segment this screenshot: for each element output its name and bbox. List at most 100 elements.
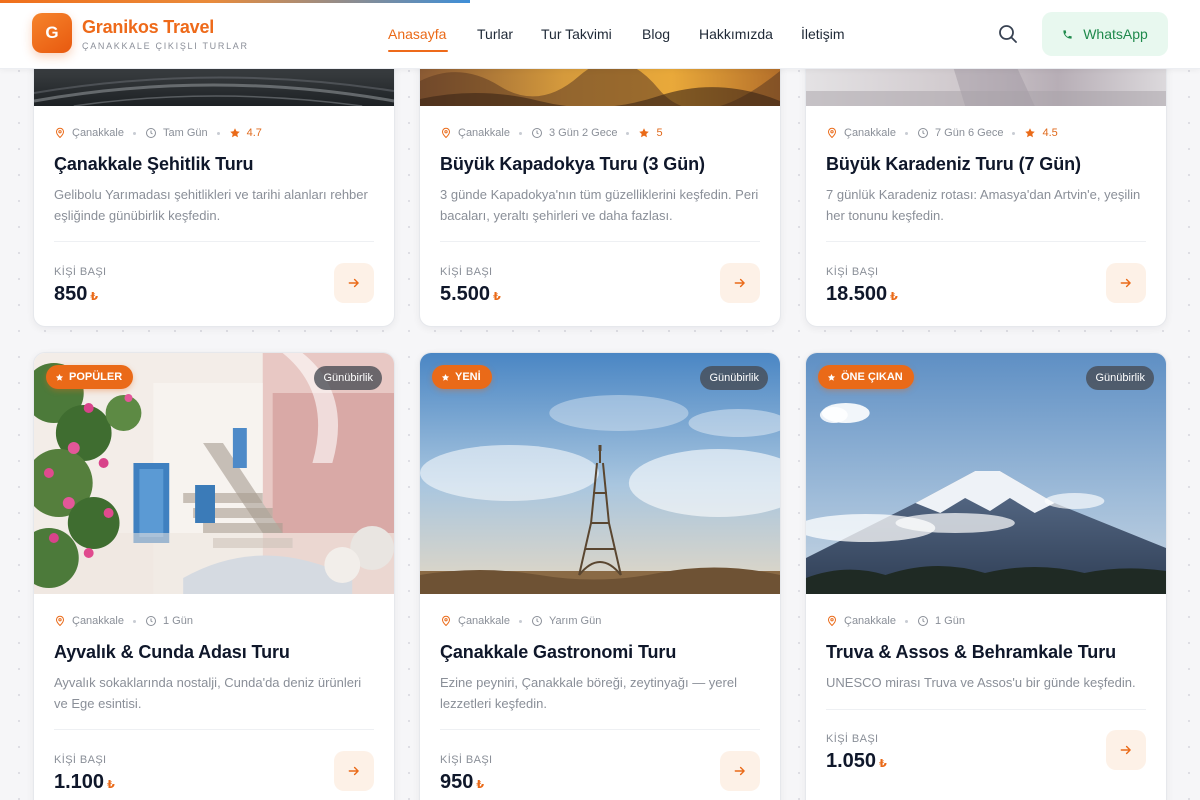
tour-price: 5.500 ₺	[440, 283, 501, 306]
tour-type-tag: Günübirlik	[1086, 366, 1154, 390]
tour-location: Çanakkale	[458, 615, 510, 627]
card-divider	[440, 729, 760, 730]
badge-label: ÖNE ÇIKAN	[841, 371, 903, 383]
logo-mark[interactable]: G	[32, 13, 72, 53]
price-value: 850	[54, 283, 88, 305]
badge-label: POPÜLER	[69, 371, 123, 383]
tour-price: 1.100 ₺	[54, 771, 115, 794]
price-label: KİŞİ BAŞI	[826, 733, 879, 745]
tour-price: 950 ₺	[440, 771, 484, 794]
tour-description: UNESCO mirası Truva ve Assos'u bir günde…	[826, 675, 1136, 690]
location-pin-icon	[827, 127, 837, 139]
price-label: KİŞİ BAŞI	[440, 266, 493, 278]
nav-tours[interactable]: Turlar	[477, 26, 513, 42]
tour-duration: 1 Gün	[162, 615, 193, 627]
tour-duration: 7 Gün 6 Gece	[934, 127, 1004, 139]
tour-description: Ayvalık sokaklarında nostalji, Cunda'da …	[54, 675, 362, 711]
tour-card[interactable]: Çanakkale Tam Gün 4.7 Çanakkale Şehitlik…	[33, 40, 395, 327]
tour-title[interactable]: Çanakkale Şehitlik Turu	[54, 154, 254, 175]
tour-duration: Tam Gün	[162, 127, 208, 139]
price-value: 1.100	[54, 771, 105, 793]
tour-duration: 3 Gün 2 Gece	[548, 127, 618, 139]
star-icon	[441, 373, 450, 381]
clock-icon	[145, 616, 156, 626]
card-divider	[826, 709, 1146, 710]
tour-meta: Çanakkale Tam Gün 4.7	[54, 127, 262, 139]
tour-description: 7 günlük Karadeniz rotası: Amasya'dan Ar…	[826, 187, 1141, 223]
location-pin-icon	[827, 615, 837, 627]
currency-symbol: ₺	[476, 779, 485, 791]
tour-price: 18.500 ₺	[826, 283, 898, 306]
arrow-right-icon	[1120, 278, 1131, 288]
tour-title[interactable]: Çanakkale Gastronomi Turu	[440, 642, 676, 663]
tour-card[interactable]: YENİ Günübirlik Çanakkale Yarım Gün Çana…	[419, 352, 781, 800]
tour-title[interactable]: Büyük Kapadokya Turu (3 Gün)	[440, 154, 705, 175]
badge-label: YENİ	[455, 371, 481, 383]
tour-detail-button[interactable]	[334, 263, 374, 303]
arrow-right-icon	[348, 278, 359, 288]
clock-icon	[917, 616, 928, 626]
nav-active-indicator	[388, 50, 448, 52]
brand-name[interactable]: Granikos Travel	[82, 17, 214, 38]
tour-card[interactable]: Çanakkale 3 Gün 2 Gece 5 Büyük Kapadokya…	[419, 40, 781, 327]
whatsapp-label: WhatsApp	[1083, 26, 1148, 42]
location-pin-icon	[55, 615, 65, 627]
featured-badge: ÖNE ÇIKAN	[818, 365, 914, 389]
tour-detail-button[interactable]	[720, 751, 760, 791]
tour-meta: Çanakkale 7 Gün 6 Gece 4.5	[826, 127, 1058, 139]
tour-location: Çanakkale	[844, 127, 896, 139]
nav-home[interactable]: Anasayfa	[388, 26, 446, 42]
location-pin-icon	[441, 127, 451, 139]
currency-symbol: ₺	[107, 779, 115, 791]
phone-icon	[1063, 29, 1072, 39]
tour-detail-button[interactable]	[720, 263, 760, 303]
clock-icon	[531, 616, 542, 626]
tour-type-tag: Günübirlik	[700, 366, 768, 390]
arrow-right-icon	[734, 766, 745, 776]
tour-card[interactable]: POPÜLER Günübirlik Çanakkale 1 Gün Ayval…	[33, 352, 395, 800]
tour-detail-button[interactable]	[1106, 730, 1146, 770]
currency-symbol: ₺	[890, 291, 898, 303]
nav-blog[interactable]: Blog	[642, 26, 670, 42]
tour-meta: Çanakkale 1 Gün	[54, 615, 193, 627]
clock-icon	[145, 128, 156, 138]
brand-tagline: ÇANAKKALE ÇIKIŞLI TURLAR	[82, 41, 249, 51]
whatsapp-button[interactable]: WhatsApp	[1042, 12, 1168, 56]
tour-title[interactable]: Ayvalık & Cunda Adası Turu	[54, 642, 290, 663]
nav-tour-calendar[interactable]: Tur Takvimi	[541, 26, 612, 42]
tour-location: Çanakkale	[72, 615, 124, 627]
arrow-right-icon	[734, 278, 745, 288]
price-value: 1.050	[826, 750, 877, 772]
nav-about[interactable]: Hakkımızda	[699, 26, 773, 42]
nav-contact[interactable]: İletişim	[801, 26, 845, 42]
tour-location: Çanakkale	[844, 615, 896, 627]
new-badge: YENİ	[432, 365, 492, 389]
tour-type-tag: Günübirlik	[314, 366, 382, 390]
tour-card[interactable]: ÖNE ÇIKAN Günübirlik Çanakkale 1 Gün Tru…	[805, 352, 1167, 800]
location-pin-icon	[55, 127, 65, 139]
tour-location: Çanakkale	[458, 127, 510, 139]
star-icon	[1025, 128, 1036, 138]
tour-meta: Çanakkale 3 Gün 2 Gece 5	[440, 127, 663, 139]
card-divider	[54, 241, 374, 242]
site-header: G Granikos Travel ÇANAKKALE ÇIKIŞLI TURL…	[0, 0, 1200, 69]
star-icon	[639, 128, 650, 138]
tour-detail-button[interactable]	[334, 751, 374, 791]
tour-card[interactable]: Çanakkale 7 Gün 6 Gece 4.5 Büyük Karaden…	[805, 40, 1167, 327]
tour-title[interactable]: Truva & Assos & Behramkale Turu	[826, 642, 1116, 663]
clock-icon	[531, 128, 542, 138]
tour-detail-button[interactable]	[1106, 263, 1146, 303]
search-icon[interactable]	[996, 22, 1020, 46]
star-icon	[229, 128, 240, 138]
tour-duration: Yarım Gün	[548, 615, 602, 627]
tour-price: 850 ₺	[54, 283, 98, 306]
tour-rating: 5	[656, 127, 663, 139]
tour-title[interactable]: Büyük Karadeniz Turu (7 Gün)	[826, 154, 1081, 175]
price-label: KİŞİ BAŞI	[440, 754, 493, 766]
tour-description: Gelibolu Yarımadası şehitlikleri ve tari…	[54, 187, 368, 223]
star-icon	[55, 373, 64, 381]
tour-meta: Çanakkale Yarım Gün	[440, 615, 601, 627]
popular-badge: POPÜLER	[46, 365, 134, 389]
card-divider	[826, 241, 1146, 242]
currency-symbol: ₺	[879, 758, 887, 770]
